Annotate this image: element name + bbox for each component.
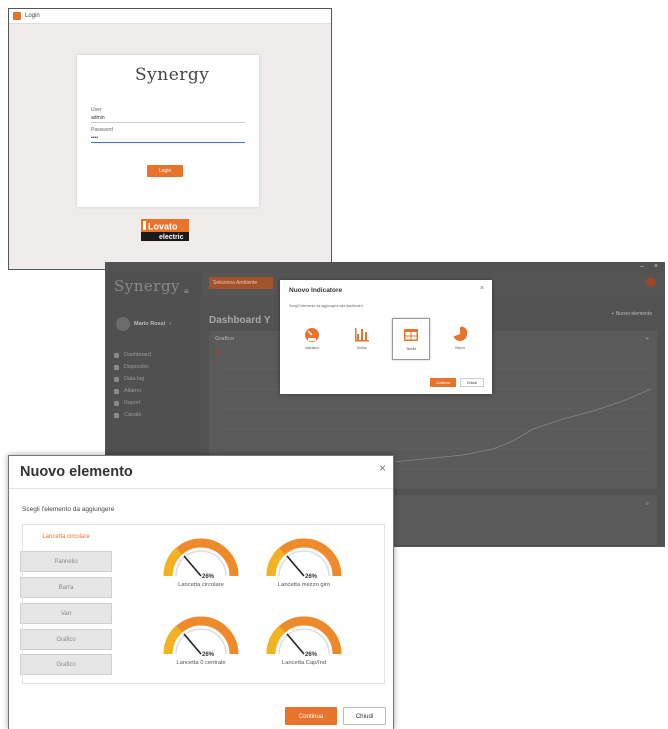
gauge-label: Lancetta 0 centrale <box>176 660 226 666</box>
alarm-icon <box>114 388 119 394</box>
password-field-underline <box>91 142 245 143</box>
sidebar-logo: Synergy <box>114 277 180 296</box>
close-icon[interactable]: × <box>480 285 484 292</box>
login-card: Synergy User admin Password •••• Login <box>77 55 259 207</box>
table-icon <box>404 329 418 341</box>
sidebar-item-label: Canale <box>124 412 142 418</box>
gauge-icon: 26% <box>163 616 239 658</box>
settings-icon[interactable]: ⚙ <box>645 336 649 341</box>
option-label: Indicatore <box>305 346 319 350</box>
sidebar-item-label: Data log <box>124 376 145 382</box>
close-icon[interactable]: × <box>654 263 658 273</box>
login-window: Login Synergy User admin Password •••• L… <box>8 8 332 270</box>
option-report[interactable]: Report <box>442 318 478 358</box>
close-button[interactable]: Chiudi <box>343 707 386 725</box>
gauge-value: 26% <box>202 652 215 658</box>
sidebar-logo-text: Synergy <box>114 277 181 295</box>
chevron-right-icon: › <box>169 321 172 327</box>
sidebar-item-label: Report <box>124 400 141 406</box>
user-box[interactable]: Mario Rossi › <box>116 315 186 333</box>
nav-list: Dashboard Dispositivi Data log Allarmi R… <box>114 349 151 421</box>
sidebar-item-allarmi[interactable]: Allarmi <box>114 385 151 397</box>
user-field[interactable]: admin <box>91 115 105 121</box>
sidebar-item-canale[interactable]: Canale <box>114 409 151 421</box>
gauge-value: 26% <box>305 574 318 580</box>
password-field[interactable]: •••• <box>91 135 98 141</box>
sidebar-item-dashboard[interactable]: Dashboard <box>114 349 151 361</box>
option-label: Grafico <box>356 346 368 350</box>
gauge-value: 26% <box>305 652 318 658</box>
gauge-option-cap-ind[interactable]: 26% Lancetta Cap/Ind <box>259 614 349 674</box>
user-field-underline <box>91 122 245 123</box>
settings-icon[interactable]: ⚙ <box>645 501 649 506</box>
new-element-window: Nuovo elemento × Scegli l'elemento da ag… <box>8 455 394 729</box>
gauge-icon: 26% <box>163 538 239 580</box>
gauge-label: Lancetta Cap/Ind <box>281 660 327 666</box>
modal-close-button[interactable]: Chiudi <box>460 378 484 387</box>
modal-title: Nuovo Indicatore <box>289 287 343 294</box>
option-label: Report <box>455 346 465 350</box>
gauge-value: 26% <box>202 574 215 580</box>
gauge-option-mezzo-giro[interactable]: 26% Lancetta mezzo giro <box>259 536 349 596</box>
synergy-logo-text: Synergy <box>135 65 210 85</box>
option-indicatore[interactable]: Indicatore <box>294 318 330 358</box>
bar-chart-icon <box>355 328 369 342</box>
element-window-title: Nuovo elemento <box>20 464 133 480</box>
gauge-icon <box>305 328 319 342</box>
gauge-label: Lancetta circolare <box>178 582 224 588</box>
element-window-subtitle: Scegli l'elemento da aggiungere <box>22 506 115 513</box>
app-icon <box>13 12 21 20</box>
sidebar-item-label: Dashboard <box>124 352 151 358</box>
login-titlebar: Login <box>9 9 331 24</box>
sidebar-item-dispositivi[interactable]: Dispositivi <box>114 361 151 373</box>
option-grafico[interactable]: Grafico <box>344 318 380 358</box>
report-icon <box>114 400 119 406</box>
lovato-logo: Lovato electric <box>141 219 189 241</box>
title-divider <box>9 488 393 489</box>
gauge-option-circolare[interactable]: 26% Lancetta circolare <box>156 536 246 596</box>
close-icon[interactable]: × <box>379 461 386 475</box>
sidebar-item-report[interactable]: Report <box>114 397 151 409</box>
gauge-option-0-centrale[interactable]: 26% Lancetta 0 centrale <box>156 614 246 674</box>
sidebar-item-label: Dispositivi <box>124 364 149 370</box>
modal-subtitle: Scegli l'elemento da aggiungere alla das… <box>289 304 363 308</box>
login-window-title: Login <box>25 13 40 19</box>
lovato-logo-top-text: Lovato <box>148 222 178 232</box>
pie-chart-icon <box>453 326 468 341</box>
chart-legend <box>215 350 219 354</box>
chart-panel-title: Grafico <box>215 336 235 342</box>
select-environment-button[interactable]: Seleziona Ambiente <box>209 277 273 289</box>
option-tabella[interactable]: Tabella <box>392 318 430 360</box>
gauge-icon: 26% <box>266 616 342 658</box>
new-indicator-modal: Nuovo Indicatore × Scegli l'elemento da … <box>280 280 492 394</box>
page-title: Dashboard Y <box>209 315 271 326</box>
modal-continue-button[interactable]: Continua <box>430 378 456 387</box>
sidebar-item-label: Allarmi <box>124 388 141 394</box>
gauge-label: Lancetta mezzo giro <box>277 582 331 588</box>
login-button[interactable]: Login <box>147 165 183 177</box>
device-icon <box>114 364 119 370</box>
gauge-icon: 26% <box>266 538 342 580</box>
legend-dot <box>215 350 219 354</box>
sidebar-item-datalog[interactable]: Data log <box>114 373 151 385</box>
password-label: Password <box>91 127 113 133</box>
option-label: Tabella <box>405 347 417 351</box>
bell-icon[interactable] <box>646 277 656 287</box>
lovato-logo-bottom-text: electric <box>159 234 184 241</box>
menu-icon[interactable]: ≡ <box>184 287 189 296</box>
window-controls: – × <box>640 263 658 273</box>
channel-icon <box>114 412 119 418</box>
synergy-logo: Synergy <box>135 65 209 85</box>
user-label: User <box>91 107 102 113</box>
dashboard-icon <box>114 352 119 358</box>
continue-button[interactable]: Continua <box>285 707 337 725</box>
avatar <box>116 317 130 331</box>
new-element-button[interactable]: + Nuovo elemento <box>611 311 652 317</box>
minimize-icon[interactable]: – <box>640 263 644 273</box>
user-name: Mario Rossi <box>134 321 166 327</box>
datalog-icon <box>114 376 119 382</box>
